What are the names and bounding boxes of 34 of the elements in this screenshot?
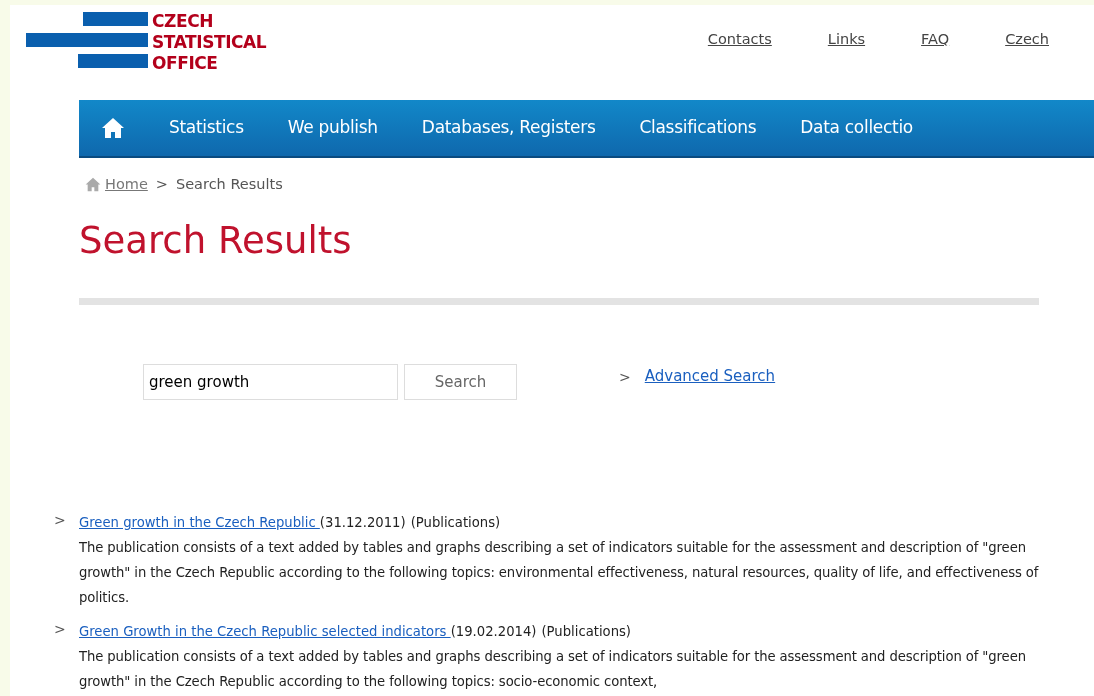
chevron-icon: > xyxy=(54,509,79,531)
result-title-link[interactable]: Green growth in the Czech Republic xyxy=(79,509,320,535)
top-link[interactable]: FAQ xyxy=(921,29,950,51)
page-heading: Search Results xyxy=(79,217,353,264)
search-button[interactable]: Search xyxy=(404,363,517,400)
search-field[interactable]: green growth xyxy=(143,363,398,400)
logo-text: CZECH xyxy=(152,11,214,32)
nav-item[interactable]: Statistics xyxy=(147,115,266,141)
result-description: The publication consists of a text added by tables and graphs describing a set of indicators suitable for the assessment and description of "green growth" in the Czech Republic according to the following topics: socio-economic context, xyxy=(79,647,1027,691)
nav-item[interactable]: Data collectio xyxy=(778,115,935,141)
nav-item[interactable]: We publish xyxy=(265,115,400,141)
advanced-search-link[interactable]: Advanced Search xyxy=(644,364,776,388)
logo-text: STATISTICAL xyxy=(152,32,267,53)
logo-text: OFFICE xyxy=(152,53,219,74)
top-link[interactable]: Contacts xyxy=(707,29,772,51)
top-link[interactable]: Czech xyxy=(1005,29,1049,51)
nav-item[interactable]: Databases, Registers xyxy=(399,115,618,141)
top-link[interactable]: Links xyxy=(827,29,866,51)
breadcrumb-current: Search Results xyxy=(176,175,283,194)
result-date: (31.12.2011) xyxy=(319,513,406,532)
chevron-icon: > xyxy=(619,366,631,388)
result-title-link[interactable]: Green Growth in the Czech Republic selected indicators xyxy=(79,618,451,644)
result-description: The publication consists of a text added by tables and graphs describing a set of indicators suitable for the assessment and description of "green growth" in the Czech Republic according to the following topics: environmental effectiveness, natural resources, quality of life, and effectiveness of politics. xyxy=(79,538,1040,607)
result-category: (Publications) xyxy=(541,622,631,641)
breadcrumb-link[interactable]: Home xyxy=(105,174,148,196)
home-icon xyxy=(101,117,125,139)
home-icon xyxy=(85,177,101,193)
logo[interactable]: CZECH STATISTICAL OFFICE xyxy=(26,11,267,74)
result-category: (Publications) xyxy=(410,513,501,532)
nav-item[interactable]: Classifications xyxy=(617,115,779,141)
result-date: (19.02.2014) xyxy=(450,622,537,641)
logo-bars-icon xyxy=(26,12,148,70)
breadcrumb-separator: > xyxy=(155,175,168,194)
chevron-icon: > xyxy=(54,618,79,640)
